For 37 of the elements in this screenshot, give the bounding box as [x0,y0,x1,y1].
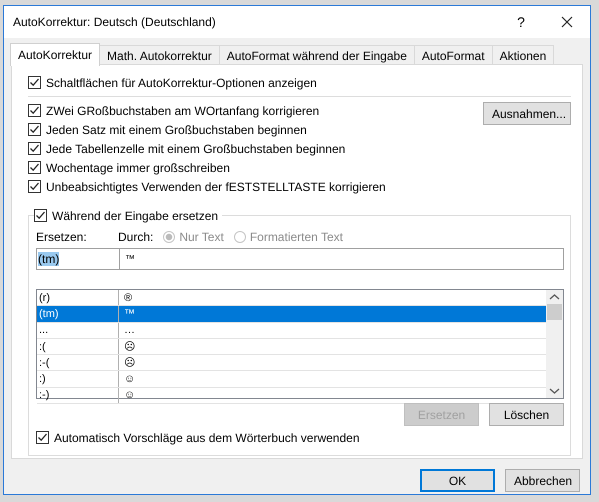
checkbox-label: Automatisch Vorschläge aus dem Wörterbuch verwenden [54,430,360,444]
window-title: AutoKorrektur: Deutsch (Deutschland) [13,15,217,29]
checkbox-label: Wochentage immer großschreiben [46,160,230,174]
checkbox-label: Unbeabsichtigtes Verwenden der fESTSTELLTASTE korrigieren [46,180,386,194]
list-row[interactable]: :) ☺ [37,371,546,388]
tab[interactable]: Aktionen [492,45,554,65]
tab[interactable]: AutoFormat während der Eingabe [218,45,415,65]
checkbox[interactable] [28,161,41,174]
checkbox-label: Jede Tabellenzelle mit einem Großbuchstaben beginnen [46,142,346,156]
list-row[interactable]: ... … [37,322,546,339]
checkbox[interactable] [34,209,47,222]
radio-label: Formatierten Text [250,230,343,244]
radio-label: Nur Text [179,230,224,244]
checkbox[interactable] [28,180,41,193]
dialog-button[interactable]: Abbrechen [505,469,580,492]
checkbox[interactable] [36,431,49,444]
with-label: Durch: [118,230,154,244]
checkbox[interactable] [28,76,41,89]
checkbox-label: ZWei GRoßbuchstaben am WOrtanfang korrigieren [46,104,320,118]
help-button[interactable]: ? [498,7,544,37]
checkbox[interactable] [28,142,41,155]
list-row[interactable]: :-( ☹ [37,355,546,372]
checkbox-label: Während der Eingabe ersetzen [52,208,218,222]
checkbox-label: Jeden Satz mit einem Großbuchstaben beginnen [46,122,307,136]
dialog-button[interactable]: OK [420,469,495,492]
list-row[interactable]: :( ☹ [37,338,546,356]
tab[interactable]: AutoKorrektur [10,43,100,66]
exceptions-button[interactable]: Ausnahmen... [483,102,571,125]
replace-label: Ersetzen: [36,230,88,244]
checkbox-label: Schaltflächen für AutoKorrektur-Optionen anzeigen [46,76,317,90]
list-button[interactable]: Löschen [489,403,564,426]
scrollbar[interactable] [546,290,563,398]
close-icon [561,16,573,28]
list-row[interactable]: (tm) ™ [37,306,546,323]
scroll-thumb[interactable] [547,304,562,320]
checkbox[interactable] [28,104,41,117]
checkbox[interactable] [28,123,41,136]
